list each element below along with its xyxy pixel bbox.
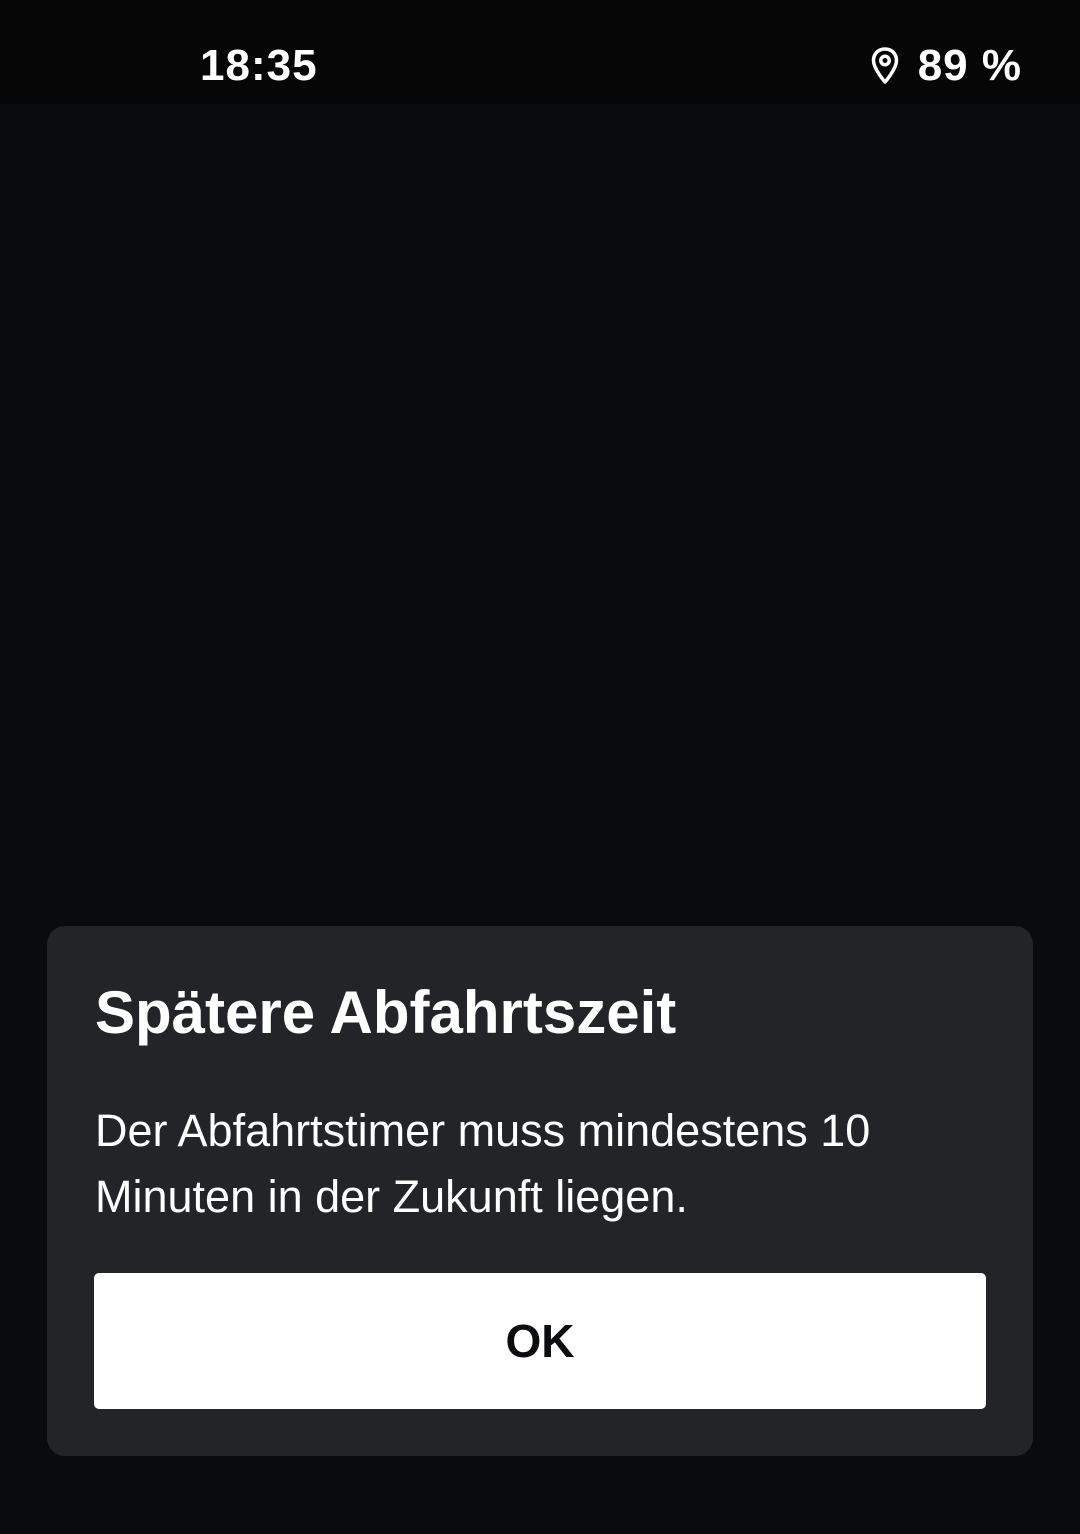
status-time: 18:35 bbox=[200, 41, 318, 90]
alert-dialog: Spätere Abfahrtszeit Der Abfahrtstimer m… bbox=[47, 926, 1033, 1456]
dialog-title: Spätere Abfahrtszeit bbox=[95, 979, 677, 1046]
location-pin-icon bbox=[870, 46, 900, 86]
battery-level: 89 % bbox=[917, 41, 1022, 90]
status-indicators: 89 % bbox=[870, 36, 1022, 96]
dialog-message: Der Abfahrtstimer muss mindestens 10 Min… bbox=[95, 1105, 871, 1222]
ok-button[interactable]: OK bbox=[94, 1273, 986, 1409]
status-bar: 18:35 89 % bbox=[0, 0, 1080, 104]
